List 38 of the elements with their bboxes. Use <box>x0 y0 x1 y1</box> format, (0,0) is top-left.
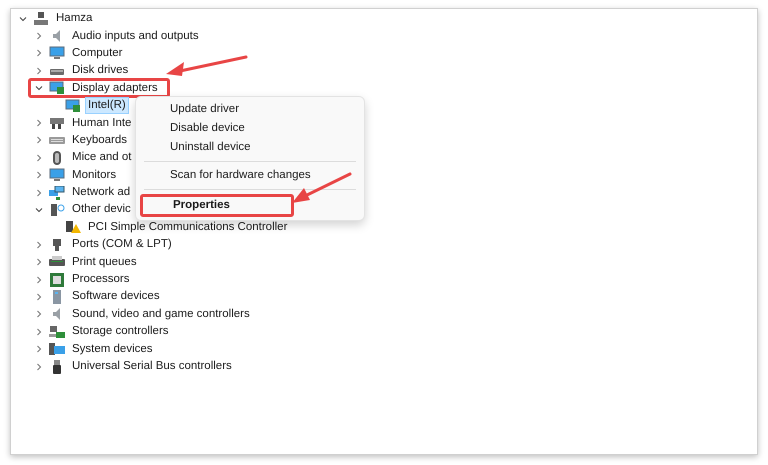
tree-item[interactable]: Computer <box>69 44 126 62</box>
tree-item[interactable]: Software devices <box>69 288 163 306</box>
tree-item[interactable]: Display adapters <box>69 80 161 97</box>
warning-device-icon <box>65 220 81 234</box>
tree-item[interactable]: Hamza <box>53 10 96 28</box>
tree-item[interactable]: Intel(R) <box>85 97 129 114</box>
tree-item[interactable]: Monitors <box>69 166 120 184</box>
storage-icon <box>49 324 65 339</box>
tree-item[interactable]: PCI Simple Communications Controller <box>85 218 290 236</box>
menu-item[interactable]: Properties <box>143 196 230 215</box>
tree-item[interactable]: Human Inte <box>69 114 134 132</box>
hid-icon <box>49 116 65 130</box>
tree-item[interactable]: Print queues <box>69 254 140 271</box>
menu-item[interactable]: Scan for hardware changes <box>140 166 360 185</box>
tree-item[interactable]: Sound, video and game controllers <box>69 306 253 323</box>
chip-icon <box>49 272 65 287</box>
menu-item[interactable]: Update driver <box>140 100 360 119</box>
tree-item[interactable]: Keyboards <box>69 132 130 149</box>
tree-item[interactable]: Audio inputs and outputs <box>69 28 202 45</box>
tree-item[interactable]: Storage controllers <box>69 323 172 340</box>
unknown-device-icon <box>49 202 65 217</box>
menu-item[interactable]: Disable device <box>140 119 360 138</box>
network-icon <box>49 186 65 200</box>
computer-icon <box>49 46 65 60</box>
system-icon <box>49 342 65 356</box>
tree-item[interactable]: Other devic <box>69 201 134 218</box>
host-icon <box>33 12 49 26</box>
tree-item[interactable]: Mice and ot <box>69 149 134 166</box>
tree-item[interactable]: Network ad <box>69 184 134 202</box>
tree-item[interactable]: Ports (COM & LPT) <box>69 236 175 254</box>
tree-item[interactable]: Disk drives <box>69 62 132 80</box>
tree-item[interactable]: Processors <box>69 271 133 288</box>
tree-item[interactable]: Universal Serial Bus controllers <box>69 358 235 375</box>
display-adapter-icon <box>65 98 81 113</box>
monitor-icon <box>49 168 65 182</box>
menu-item[interactable]: Uninstall device <box>140 138 360 157</box>
tree-item[interactable]: System devices <box>69 340 156 358</box>
display-adapter-icon <box>49 81 65 96</box>
